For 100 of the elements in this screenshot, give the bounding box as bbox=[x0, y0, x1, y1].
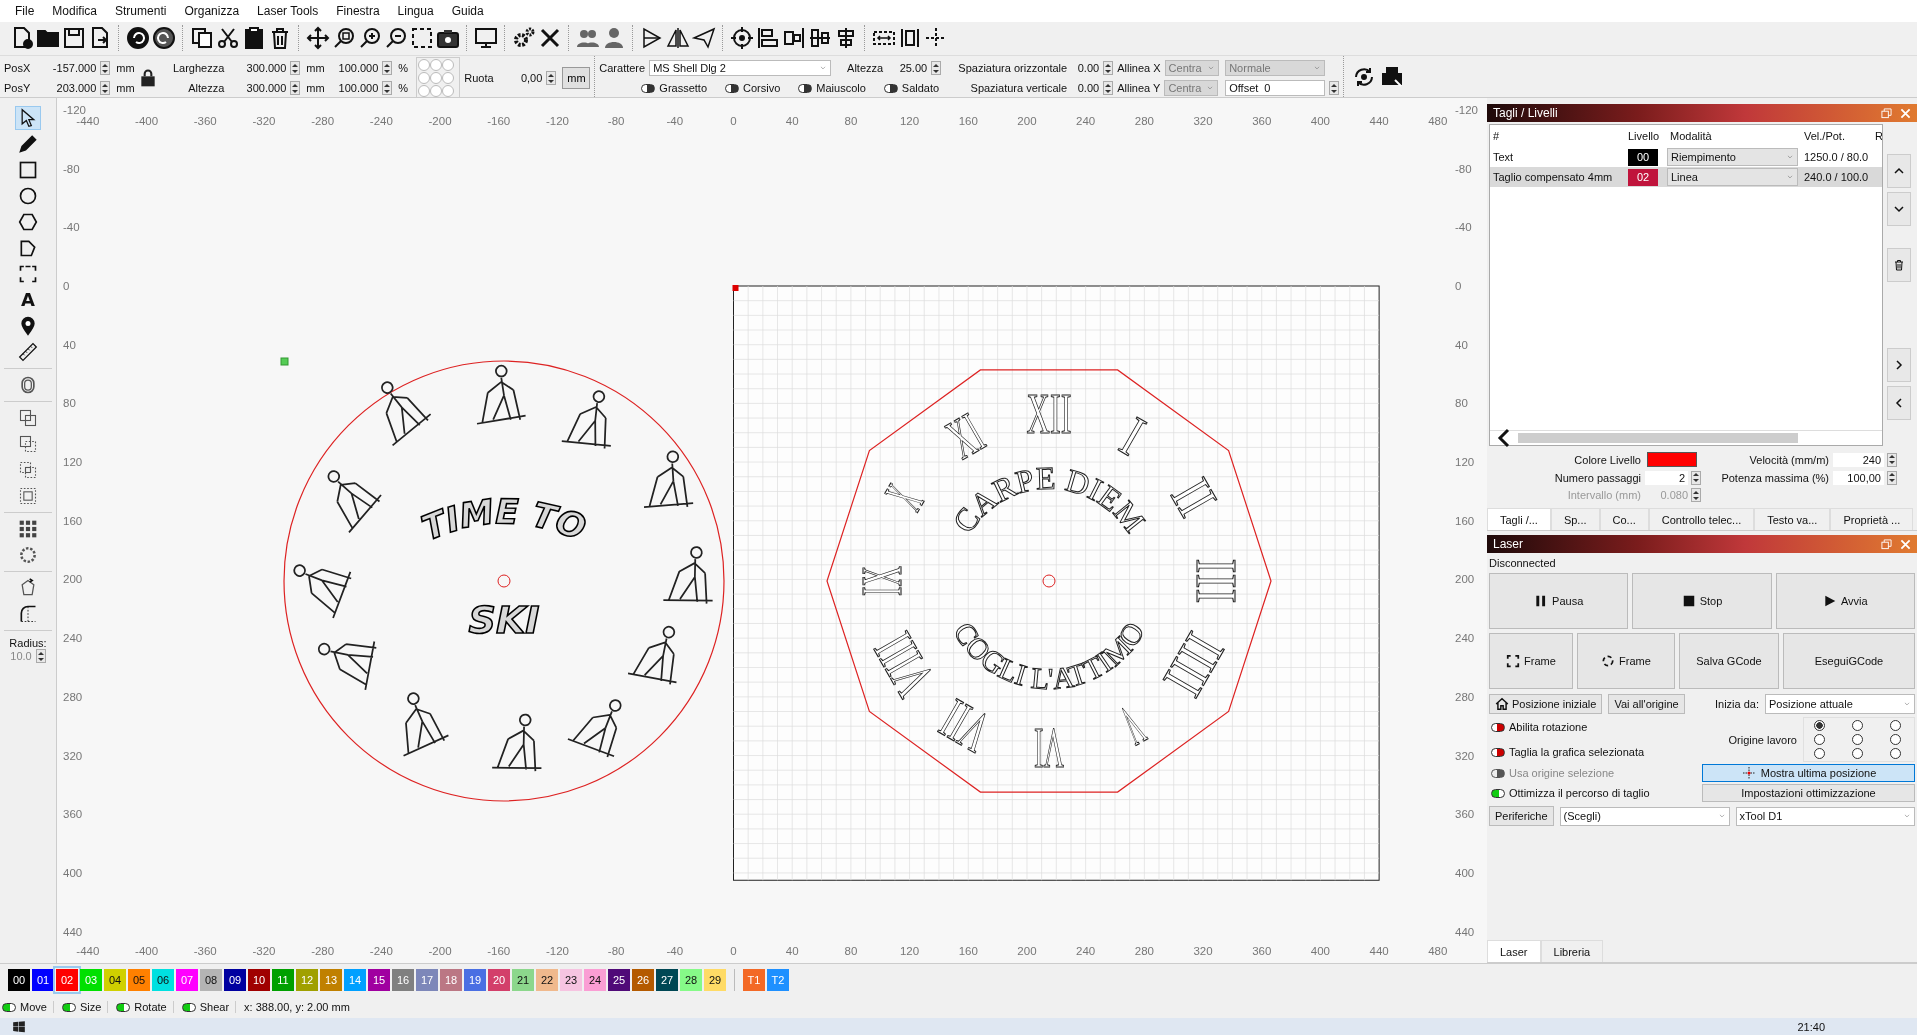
spin-button[interactable] bbox=[1887, 452, 1897, 467]
menu-item[interactable]: Lingua bbox=[388, 3, 443, 18]
skier-drawing[interactable] bbox=[402, 692, 450, 757]
spin-button[interactable] bbox=[290, 61, 301, 75]
show-last-position-button[interactable]: Mostra ultima posizione bbox=[1702, 764, 1915, 783]
spin-button[interactable] bbox=[931, 61, 942, 75]
layer-color-chip[interactable]: 02 bbox=[56, 969, 78, 991]
toggle-switch[interactable] bbox=[2, 1002, 16, 1012]
spin-button[interactable] bbox=[35, 649, 46, 664]
tab[interactable]: Sp... bbox=[1550, 508, 1600, 531]
tab[interactable]: Proprietà ... bbox=[1830, 508, 1914, 531]
mode-dropdown[interactable]: Riempimento bbox=[1667, 148, 1798, 167]
spin-button[interactable] bbox=[382, 81, 393, 95]
layer-color-chip[interactable]: 05 bbox=[128, 969, 150, 991]
start-icon[interactable] bbox=[12, 1019, 26, 1034]
align-left-icon[interactable] bbox=[756, 26, 780, 51]
spin-button[interactable] bbox=[1887, 470, 1897, 485]
offset-field[interactable]: Offset 0 bbox=[1225, 80, 1326, 96]
devices-button[interactable]: Periferiche bbox=[1489, 806, 1554, 827]
layer-color-chip[interactable]: 26 bbox=[632, 969, 654, 991]
toggle-switch[interactable] bbox=[883, 83, 898, 93]
layer-color-chip[interactable]: 23 bbox=[560, 969, 582, 991]
spin-button[interactable] bbox=[290, 81, 301, 95]
column-header[interactable]: Modalità bbox=[1667, 130, 1801, 143]
toggle-switch[interactable] bbox=[61, 1002, 76, 1012]
design-text[interactable]: IX bbox=[849, 535, 914, 597]
toggle-switch[interactable] bbox=[1491, 722, 1505, 732]
layer-color-chip[interactable]: 15 bbox=[368, 969, 390, 991]
delete-button[interactable] bbox=[1887, 248, 1911, 283]
toggle-switch[interactable] bbox=[641, 83, 656, 93]
field-value[interactable]: 240 bbox=[1833, 452, 1884, 467]
horizontal-scrollbar[interactable] bbox=[1490, 430, 1882, 446]
skier-drawing[interactable] bbox=[476, 365, 527, 425]
move-down-button[interactable] bbox=[1887, 192, 1911, 227]
user-icon[interactable] bbox=[602, 26, 626, 51]
spin-button[interactable] bbox=[546, 71, 557, 85]
frame-button[interactable]: Frame bbox=[1489, 633, 1573, 690]
layer-color-chip[interactable]: 09 bbox=[224, 969, 246, 991]
run-gcode-button[interactable]: EseguiGCode bbox=[1783, 633, 1915, 690]
printer-icon[interactable] bbox=[1380, 64, 1405, 89]
save-icon[interactable] bbox=[62, 26, 86, 51]
stop-button[interactable]: Stop bbox=[1632, 573, 1772, 630]
toggle-switch[interactable] bbox=[798, 83, 813, 93]
layer-row[interactable]: Taglio compensato 4mm 02 Linea 240.0 / 100.0 bbox=[1490, 167, 1882, 188]
spin-button[interactable] bbox=[1691, 470, 1701, 485]
save-gcode-button[interactable]: Salva GCode bbox=[1679, 633, 1779, 690]
optimization-settings-button[interactable]: Impostazioni ottimizzazione bbox=[1702, 784, 1915, 803]
radio-button[interactable] bbox=[1852, 720, 1863, 732]
skier-drawing[interactable] bbox=[567, 699, 622, 759]
skier-drawing[interactable] bbox=[643, 450, 695, 509]
radio-button[interactable] bbox=[1890, 720, 1901, 732]
menu-item[interactable]: Strumenti bbox=[106, 3, 176, 18]
spin-button[interactable] bbox=[382, 61, 393, 75]
triangle-arrow-icon[interactable] bbox=[640, 26, 664, 51]
tab[interactable]: Libreria bbox=[1540, 940, 1604, 963]
spin-button[interactable] bbox=[1691, 488, 1701, 503]
layer-color-chip[interactable]: 27 bbox=[656, 969, 678, 991]
start-from-dropdown[interactable]: Posizione attuale bbox=[1765, 694, 1915, 715]
layer-chip[interactable]: 00 bbox=[1628, 148, 1658, 166]
layer-color-chip[interactable]: 22 bbox=[536, 969, 558, 991]
field-value[interactable]: 100.000 bbox=[330, 82, 379, 94]
layer-color-chip[interactable]: 29 bbox=[704, 969, 726, 991]
design-text[interactable]: XII bbox=[1026, 381, 1107, 447]
field-value[interactable]: 2 bbox=[1645, 470, 1688, 485]
menu-item[interactable]: Laser Tools bbox=[248, 3, 328, 18]
layer-color-chip[interactable]: 21 bbox=[512, 969, 534, 991]
column-header[interactable]: Vel./Pot. bbox=[1801, 130, 1872, 143]
field-value[interactable]: 100.000 bbox=[330, 62, 379, 74]
layer-color-chip[interactable]: 00 bbox=[8, 969, 30, 991]
design-text[interactable]: I bbox=[1110, 404, 1160, 471]
dashed-frame-icon[interactable] bbox=[410, 26, 434, 51]
move-up-button[interactable] bbox=[1887, 154, 1911, 189]
monitor-icon[interactable] bbox=[474, 26, 498, 51]
layer-chip[interactable]: 02 bbox=[1628, 168, 1658, 186]
align-right-icon[interactable] bbox=[782, 26, 806, 51]
round-cut-outline[interactable] bbox=[283, 360, 725, 802]
toggle-switch[interactable] bbox=[116, 1002, 131, 1012]
start-button[interactable]: Avvia bbox=[1775, 573, 1915, 630]
menu-item[interactable]: File bbox=[6, 3, 44, 18]
tab[interactable]: Co... bbox=[1599, 508, 1649, 531]
spin-button[interactable] bbox=[100, 61, 111, 75]
radio-button[interactable] bbox=[1852, 748, 1863, 760]
pause-button[interactable]: Pausa bbox=[1489, 573, 1629, 630]
decagon-cut-outline[interactable] bbox=[826, 369, 1272, 793]
design-text[interactable]: VI bbox=[1002, 716, 1064, 782]
font-dropdown[interactable]: MS Shell Dlg 2 bbox=[649, 60, 832, 76]
skier-drawing[interactable] bbox=[327, 470, 382, 534]
spin-button[interactable] bbox=[100, 81, 111, 95]
toggle-switch[interactable] bbox=[181, 1002, 196, 1012]
port-dropdown[interactable]: (Scegli) bbox=[1559, 806, 1730, 826]
select-tool[interactable] bbox=[15, 106, 41, 131]
skier-drawing[interactable] bbox=[317, 640, 378, 692]
radio-button[interactable] bbox=[1814, 734, 1825, 746]
column-header[interactable]: # bbox=[1490, 130, 1625, 143]
layer-color-chip[interactable]: 25 bbox=[608, 969, 630, 991]
design-text[interactable]: II bbox=[1158, 468, 1235, 535]
layer-color-chip[interactable]: 20 bbox=[488, 969, 510, 991]
design-text[interactable]: III bbox=[1184, 558, 1249, 617]
skier-drawing[interactable] bbox=[491, 714, 543, 773]
skier-drawing[interactable] bbox=[662, 546, 714, 605]
